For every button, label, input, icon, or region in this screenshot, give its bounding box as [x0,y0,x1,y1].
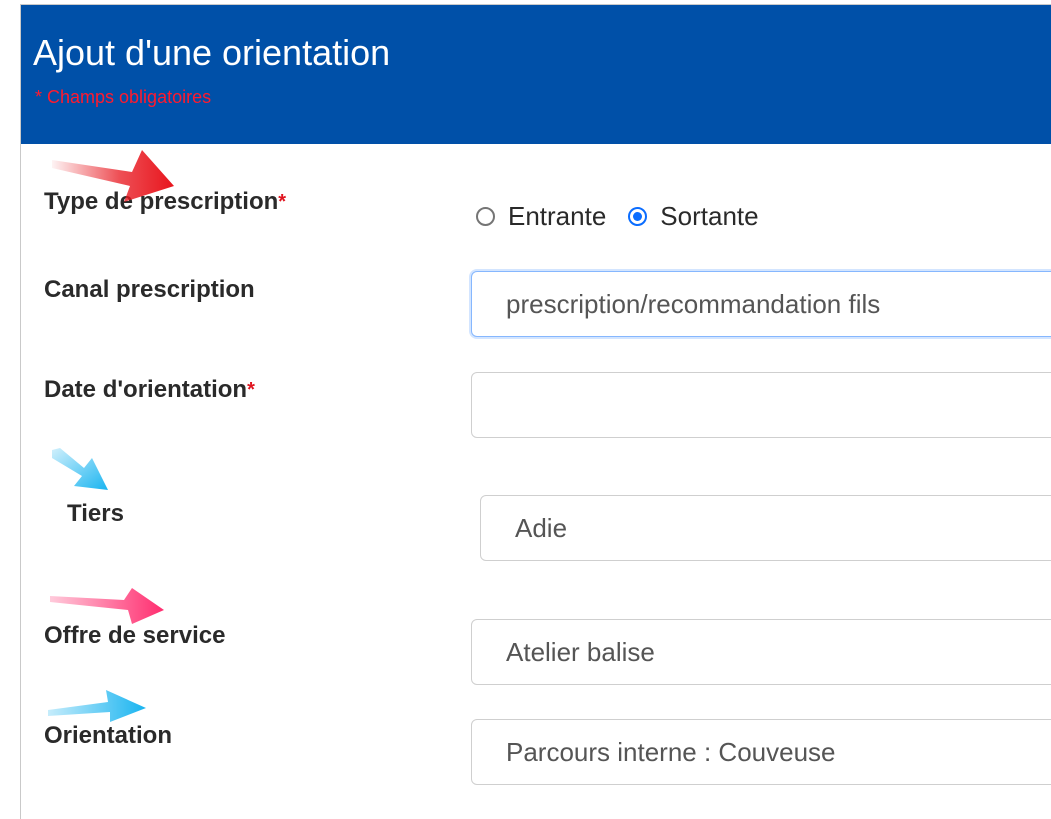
radio-sortante[interactable] [628,206,648,226]
radio-entrante[interactable] [476,206,495,226]
tiers-label: Tiers [67,500,124,527]
modal-header: Ajout d'une orientation * Champs obligat… [21,5,1051,144]
canal-prescription-select[interactable]: prescription/recommandation fils [471,271,1051,337]
radio-option-sortante[interactable]: Sortante [628,201,759,232]
type-prescription-label-text: Type de prescription [44,188,279,215]
offre-service-select[interactable]: Atelier balise [471,619,1051,685]
required-fields-note: * Champs obligatoires [35,87,212,107]
required-star: * [278,191,287,213]
page-title: Ajout d'une orientation [33,32,391,73]
canal-prescription-label: Canal prescription [44,276,255,303]
type-prescription-label: Type de prescription* [44,188,286,216]
date-orientation-input[interactable] [471,372,1051,438]
orientation-label: Orientation [44,722,173,749]
radio-sortante-label[interactable]: Sortante [660,201,758,232]
radio-option-entrante[interactable]: Entrante [476,201,606,232]
radio-entrante-label[interactable]: Entrante [508,201,606,232]
required-star: * [247,379,255,401]
offre-service-label: Offre de service [44,622,226,649]
tiers-select[interactable]: Adie [480,495,1051,561]
orientation-select[interactable]: Parcours interne : Couveuse [471,719,1051,785]
type-prescription-radio-group: Entrante Sortante [476,199,781,233]
date-orientation-label: Date d'orientation* [44,376,255,404]
date-orientation-label-text: Date d'orientation [44,376,248,403]
